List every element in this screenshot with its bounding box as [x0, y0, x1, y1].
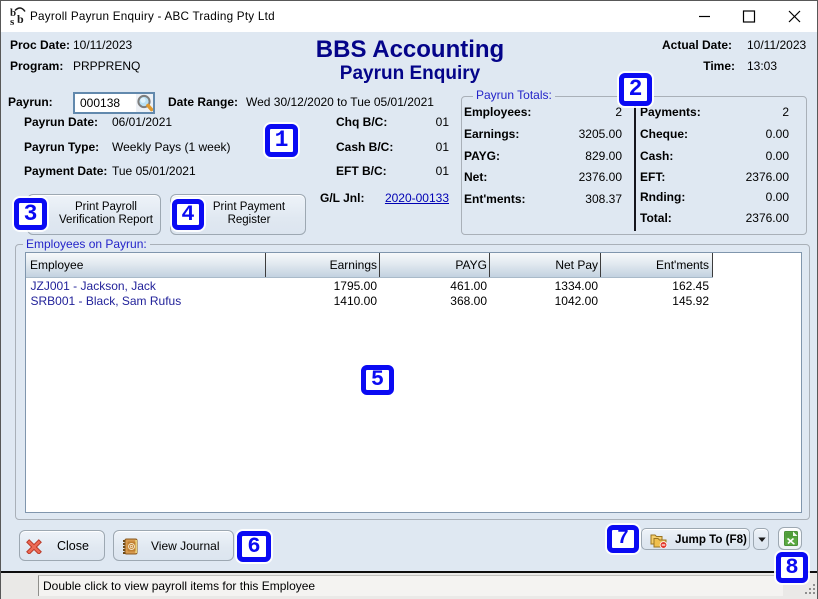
svg-text:s: s: [10, 16, 15, 26]
svg-text:b: b: [17, 12, 24, 26]
